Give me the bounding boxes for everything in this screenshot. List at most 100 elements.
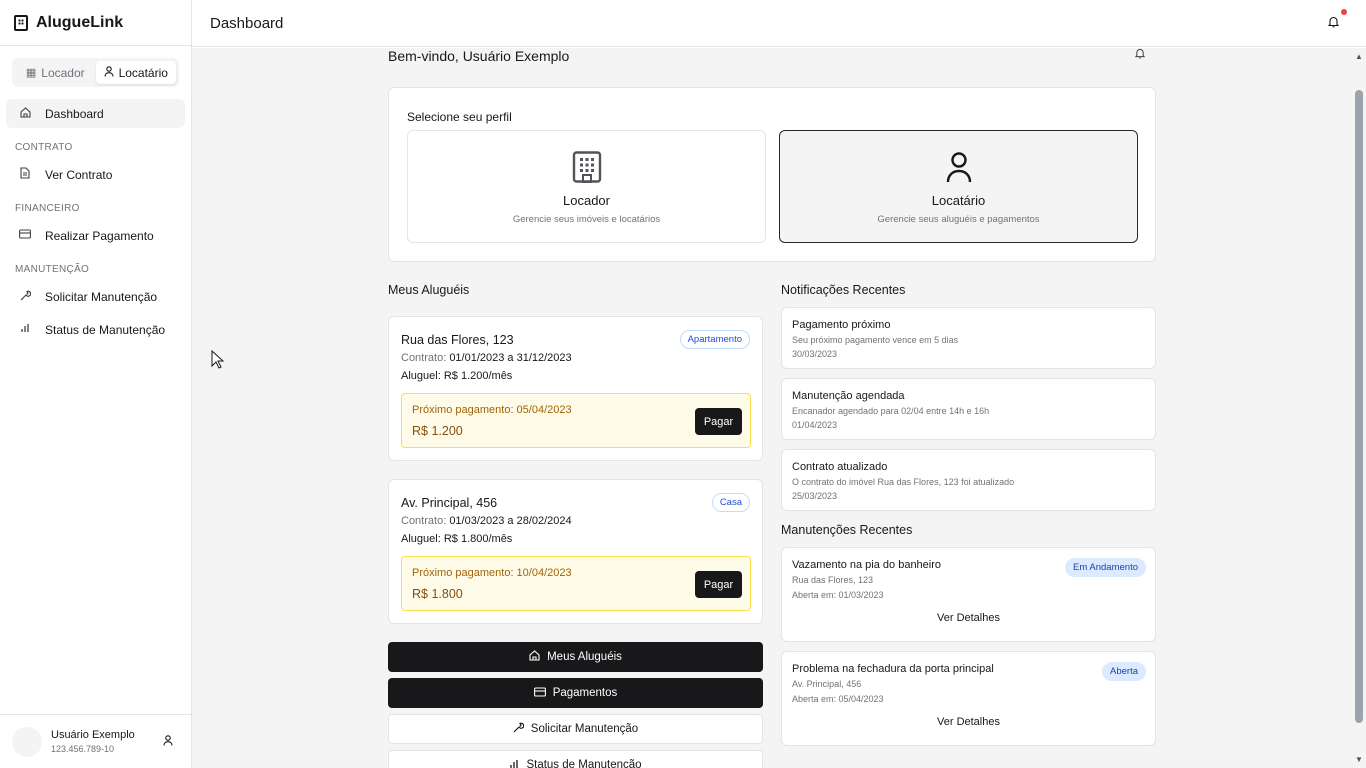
contract-dates: 01/03/2023 a 28/02/2024 [449, 515, 572, 527]
status-manutencao-button[interactable]: Status de Manutenção [388, 750, 763, 768]
scroll-up-arrow-icon[interactable]: ▲ [1355, 52, 1363, 61]
credit-card-icon [18, 229, 32, 242]
sidebar-item-dashboard[interactable]: Dashboard [6, 99, 185, 128]
property-type-badge: Casa [711, 493, 750, 512]
notification-item[interactable]: Pagamento próximo Seu próximo pagamento … [781, 307, 1156, 369]
maintenance-card: Problema na fechadura da porta principal… [781, 651, 1156, 746]
welcome-heading: Bem-vindo, Usuário Exemplo [388, 48, 570, 64]
notification-item[interactable]: Contrato atualizado O contrato do imóvel… [781, 449, 1156, 511]
rent-label: Aluguel: [401, 533, 441, 545]
profile-option-locatario[interactable]: Locatário Gerencie seus aluguéis e pagam… [779, 130, 1138, 243]
maintenance-address: Av. Principal, 456 [792, 679, 862, 689]
vertical-scrollbar[interactable]: ▲ ▼ [1352, 48, 1366, 768]
building-icon [572, 151, 602, 183]
sidebar-item-solicitar-manutencao[interactable]: Solicitar Manutenção [6, 282, 185, 311]
wrench-icon [18, 290, 32, 304]
avatar [12, 726, 42, 757]
pay-button[interactable]: Pagar [695, 408, 742, 435]
button-label: Status de Manutenção [526, 759, 642, 768]
ver-detalhes-button[interactable]: Ver Detalhes [782, 716, 1155, 728]
wrench-icon [513, 722, 525, 736]
role-tab-label: Locador [41, 65, 85, 80]
mouse-cursor-icon [211, 350, 225, 369]
status-badge: Em Andamento [1065, 558, 1146, 577]
top-header: Dashboard [192, 0, 1366, 47]
pagamentos-button[interactable]: Pagamentos [388, 678, 763, 708]
rental-contract: Contrato: 01/03/2023 a 28/02/2024 [401, 515, 572, 527]
notification-title: Manutenção agendada [792, 390, 905, 402]
profile-label: Selecione seu perfil [407, 110, 512, 124]
bar-chart-icon [509, 759, 519, 768]
sidebar-item-ver-contrato[interactable]: Ver Contrato [6, 160, 185, 189]
contract-label: Contrato: [401, 352, 447, 364]
role-tab-locador[interactable]: ▦ Locador [15, 61, 96, 84]
sidebar-nav: Dashboard CONTRATO Ver Contrato FINANCEI… [0, 99, 191, 344]
sidebar: AlugueLink ▦ Locador Locatário Dashboard… [0, 0, 192, 768]
rental-contract: Contrato: 01/01/2023 a 31/12/2023 [401, 352, 572, 364]
sidebar-item-label: Realizar Pagamento [45, 228, 154, 243]
page-title: Dashboard [210, 14, 284, 32]
maintenance-title-text: Vazamento na pia do banheiro [792, 559, 942, 571]
button-label: Meus Aluguéis [547, 651, 622, 663]
scrollbar-thumb[interactable] [1355, 90, 1363, 723]
notification-date: 01/04/2023 [792, 420, 838, 430]
user-profile[interactable]: Usuário Exemplo 123.456.789-10 [0, 714, 191, 768]
rental-card: Rua das Flores, 123 Apartamento Contrato… [388, 316, 763, 461]
brand[interactable]: AlugueLink [0, 0, 191, 46]
notification-title: Contrato atualizado [792, 461, 888, 473]
nav-section-title: MANUTENÇÃO [15, 264, 90, 275]
bell-icon[interactable] [1327, 16, 1340, 31]
button-label: Pagamentos [552, 687, 618, 699]
notification-desc: Encanador agendado para 02/04 entre 14h … [792, 406, 990, 416]
home-icon [529, 650, 540, 664]
bell-icon[interactable] [1134, 48, 1146, 62]
profile-selector-card: Selecione seu perfil Locador Gerencie se… [388, 87, 1156, 262]
role-tab-locatario[interactable]: Locatário [95, 61, 176, 84]
maintenance-card: Vazamento na pia do banheiro Em Andament… [781, 547, 1156, 642]
maintenance-address: Rua das Flores, 123 [792, 575, 874, 585]
user-name: Usuário Exemplo [51, 729, 135, 741]
maintenance-title-text: Problema na fechadura da porta principal [792, 663, 994, 675]
sidebar-item-label: Ver Contrato [45, 167, 113, 182]
ver-detalhes-button[interactable]: Ver Detalhes [782, 612, 1155, 624]
maintenance-opened-date: Aberta em: 05/04/2023 [792, 694, 884, 704]
nav-section-title: CONTRATO [15, 142, 73, 153]
nav-section-title: FINANCEIRO [15, 203, 80, 214]
rentals-title: Meus Aluguéis [388, 283, 470, 297]
rental-rent: Aluguel: R$ 1.200/mês [401, 370, 512, 382]
sidebar-item-status-manutencao[interactable]: Status de Manutenção [6, 315, 185, 344]
sidebar-item-realizar-pagamento[interactable]: Realizar Pagamento [6, 221, 185, 250]
rental-rent: Aluguel: R$ 1.800/mês [401, 533, 512, 545]
maintenance-title: Manutenções Recentes [781, 523, 913, 537]
user-icon[interactable] [163, 734, 173, 749]
pay-button[interactable]: Pagar [695, 571, 742, 598]
maintenance-opened-date: Aberta em: 01/03/2023 [792, 590, 884, 600]
profile-option-name: Locatário [931, 193, 986, 208]
notification-item[interactable]: Manutenção agendada Encanador agendado p… [781, 378, 1156, 440]
property-type-badge: Apartamento [679, 330, 750, 349]
bar-chart-icon [18, 323, 32, 336]
notification-date: 30/03/2023 [792, 349, 838, 359]
notification-title: Pagamento próximo [792, 319, 891, 331]
next-payment-date: Próximo pagamento: 05/04/2023 [412, 404, 572, 416]
rent-value: R$ 1.200/mês [443, 370, 513, 382]
profile-option-locador[interactable]: Locador Gerencie seus imóveis e locatári… [407, 130, 766, 243]
notification-desc: Seu próximo pagamento vence em 5 dias [792, 335, 959, 345]
notification-date: 25/03/2023 [792, 491, 838, 501]
building-icon: ▦ [25, 67, 37, 79]
meus-alugueis-button[interactable]: Meus Aluguéis [388, 642, 763, 672]
profile-option-name: Locador [563, 193, 610, 208]
sidebar-item-label: Status de Manutenção [45, 322, 166, 337]
solicitar-manutencao-button[interactable]: Solicitar Manutenção [388, 714, 763, 744]
building-logo-icon [14, 14, 28, 31]
contract-dates: 01/01/2023 a 31/12/2023 [449, 352, 572, 364]
scroll-down-arrow-icon[interactable]: ▼ [1355, 755, 1363, 764]
profile-option-desc: Gerencie seus imóveis e locatários [512, 214, 661, 225]
rent-label: Aluguel: [401, 370, 441, 382]
home-icon [18, 106, 32, 121]
next-payment-date: Próximo pagamento: 10/04/2023 [412, 567, 572, 579]
next-payment-box: Próximo pagamento: 10/04/2023 R$ 1.800 P… [401, 556, 751, 611]
rental-address: Rua das Flores, 123 [401, 333, 514, 347]
sidebar-item-label: Solicitar Manutenção [45, 289, 158, 304]
button-label: Solicitar Manutenção [530, 723, 639, 735]
